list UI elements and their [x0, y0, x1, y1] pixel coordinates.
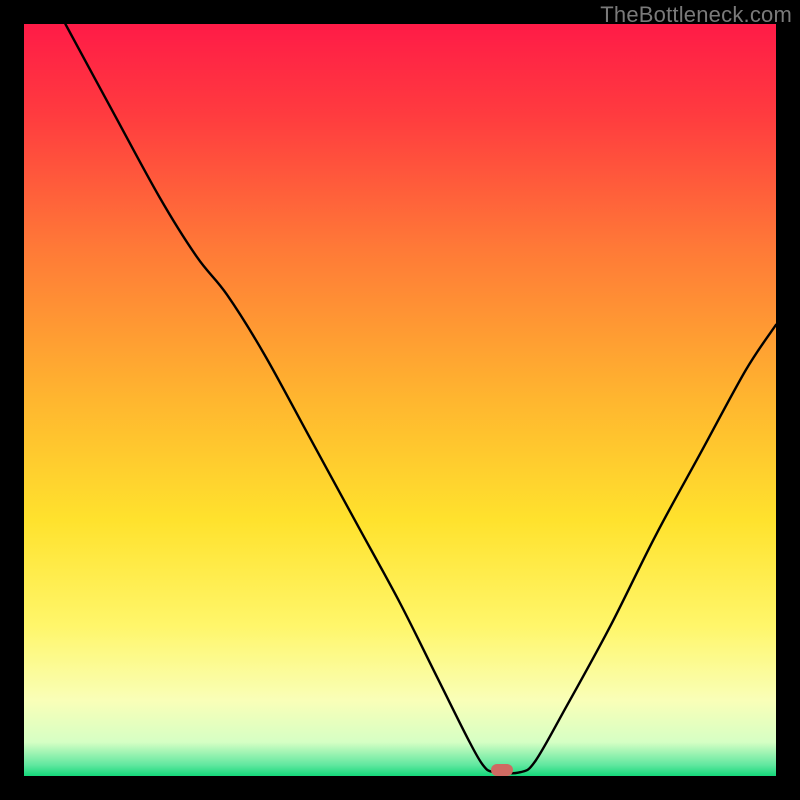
- chart-frame: TheBottleneck.com: [0, 0, 800, 800]
- optimal-marker: [491, 764, 513, 776]
- plot-area: [24, 24, 776, 776]
- bottleneck-curve: [24, 24, 776, 776]
